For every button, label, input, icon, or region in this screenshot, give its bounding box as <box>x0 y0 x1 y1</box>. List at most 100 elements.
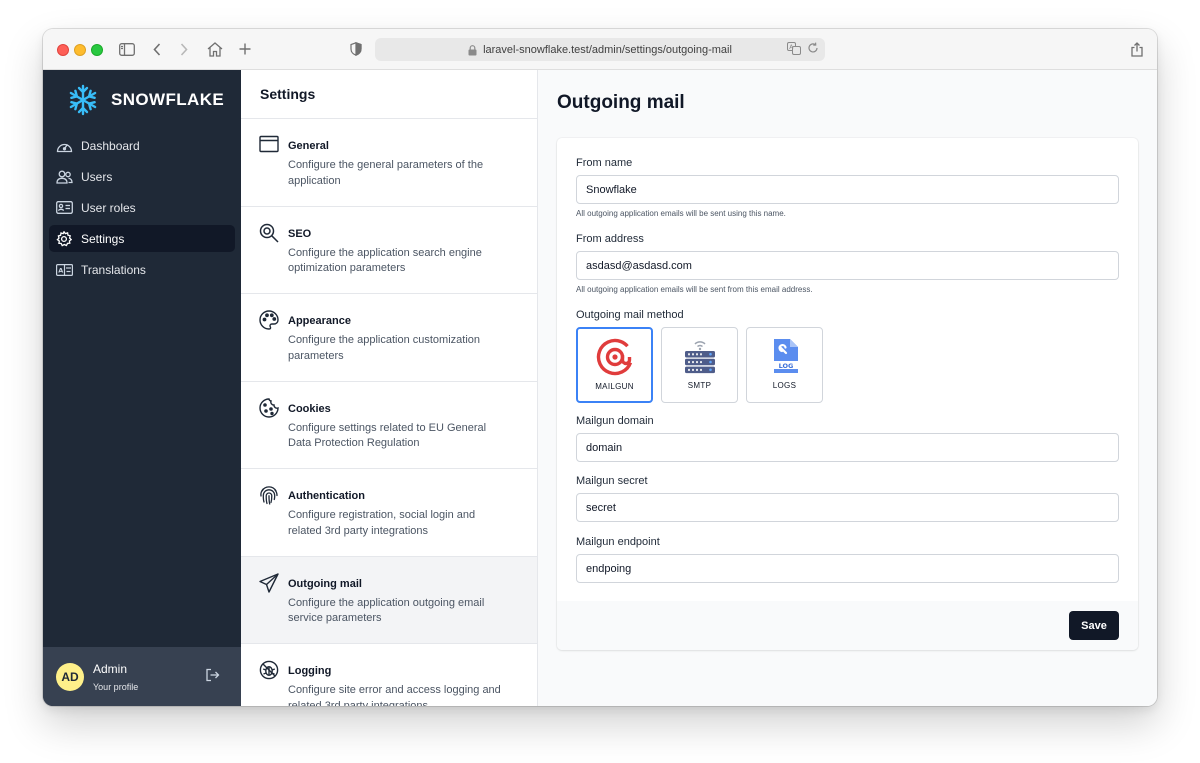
browser-toolbar: laravel-snowflake.test/admin/settings/ou… <box>43 29 1157 70</box>
settings-item-description: Configure the general parameters of the … <box>288 159 484 187</box>
from-address-input[interactable]: asdasd@asdasd.com <box>576 251 1119 280</box>
settings-item-title: SEO <box>288 227 312 240</box>
privacy-shield-icon[interactable] <box>346 39 366 59</box>
settings-list: Settings General Configure the general p… <box>241 70 538 706</box>
from-name-label: From name <box>576 157 633 169</box>
sidebar-item-users[interactable]: Users <box>49 163 235 190</box>
sidebar-nav: Dashboard Users User roles Settings A Tr… <box>49 132 235 287</box>
profile-section: AD Admin Your profile <box>43 647 241 706</box>
profile-name[interactable]: Admin <box>93 662 138 676</box>
mailgun-endpoint-label: Mailgun endpoint <box>576 536 660 548</box>
sidebar-item-translations[interactable]: A Translations <box>49 256 235 283</box>
settings-item-title: Authentication <box>288 490 365 502</box>
sidebar-item-dashboard[interactable]: Dashboard <box>49 132 235 159</box>
from-address-help: All outgoing application emails will be … <box>576 285 813 294</box>
cookie-icon <box>259 397 280 419</box>
sidebar-item-settings[interactable]: Settings <box>49 225 235 252</box>
back-icon[interactable] <box>147 39 167 59</box>
url-text: laravel-snowflake.test/admin/settings/ou… <box>483 43 732 56</box>
logout-icon[interactable] <box>205 668 221 684</box>
profile-link[interactable]: Your profile <box>93 682 138 692</box>
dashboard-icon <box>55 137 73 155</box>
settings-item-title: Cookies <box>288 402 331 415</box>
settings-item-cookies[interactable]: Cookies Configure settings related to EU… <box>241 382 537 469</box>
search-icon <box>259 223 280 244</box>
from-name-help: All outgoing application emails will be … <box>576 209 786 218</box>
sidebar-item-label: User roles <box>81 200 136 215</box>
mailgun-endpoint-input[interactable]: endpoing <box>576 554 1119 583</box>
sidebar-item-user-roles[interactable]: User roles <box>49 194 235 221</box>
address-bar[interactable]: laravel-snowflake.test/admin/settings/ou… <box>375 38 825 61</box>
method-option-logs[interactable]: LOG LOGS <box>746 327 823 403</box>
settings-item-description: Configure the application search engine … <box>288 246 482 275</box>
settings-item-logging[interactable]: Logging Configure site error and access … <box>241 644 537 706</box>
settings-item-title: General <box>288 140 329 152</box>
settings-item-general[interactable]: General Configure the general parameters… <box>241 119 537 207</box>
bug-icon <box>259 660 280 681</box>
sidebar-item-label: Translations <box>81 262 146 277</box>
method-option-smtp[interactable]: SMTP <box>661 327 738 403</box>
page-title: Outgoing mail <box>557 92 685 113</box>
browser-window-icon <box>259 135 280 156</box>
new-tab-icon[interactable] <box>235 39 255 59</box>
fingerprint-icon <box>259 485 280 506</box>
settings-item-appearance[interactable]: Appearance Configure the application cus… <box>241 294 537 382</box>
sidebar-toggle-icon[interactable] <box>117 39 137 59</box>
sidebar-item-label: Dashboard <box>81 138 140 153</box>
home-icon[interactable] <box>205 39 225 59</box>
sidebar-item-label: Users <box>81 169 113 184</box>
minimize-window-button[interactable] <box>74 44 86 56</box>
save-button[interactable]: Save <box>1069 611 1119 640</box>
svg-text:LOG: LOG <box>778 362 793 370</box>
from-address-field: From address asdasd@asdasd.com All outgo… <box>576 233 1119 294</box>
settings-item-outgoing-mail[interactable]: Outgoing mail Configure the application … <box>241 556 537 644</box>
reload-icon[interactable] <box>807 42 819 58</box>
settings-item-description: Configure site error and access logging … <box>288 684 501 706</box>
mailgun-domain-label: Mailgun domain <box>576 415 654 427</box>
brand[interactable]: SNOWFLAKE <box>67 84 224 116</box>
log-file-icon: LOG <box>765 336 805 376</box>
svg-text:A: A <box>58 266 63 274</box>
brand-name: SNOWFLAKE <box>111 90 225 109</box>
settings-title: Settings <box>241 70 537 119</box>
avatar[interactable]: AD <box>56 662 84 691</box>
maximize-window-button[interactable] <box>91 44 103 56</box>
forward-icon[interactable] <box>174 39 194 59</box>
paper-plane-icon <box>259 572 280 594</box>
from-name-input[interactable]: Snowflake <box>576 175 1119 204</box>
mail-method-options: MAILGUN SMTP LOG LOGS <box>576 327 823 403</box>
settings-item-description: Configure registration, social login and… <box>288 509 476 537</box>
translate-icon[interactable]: A <box>787 42 801 58</box>
settings-item-title: Outgoing mail <box>288 577 362 590</box>
settings-item-description: Configure settings related to EU General… <box>288 421 487 450</box>
server-icon <box>680 336 720 376</box>
lock-icon <box>468 44 478 55</box>
mailgun-secret-label: Mailgun secret <box>576 475 648 487</box>
mail-method-label: Outgoing mail method <box>576 309 684 321</box>
close-window-button[interactable] <box>57 44 69 56</box>
form-footer: Save <box>557 601 1138 650</box>
outgoing-mail-form: From name Snowflake All outgoing applica… <box>557 138 1138 650</box>
mailgun-secret-input[interactable]: secret <box>576 493 1119 522</box>
id-card-icon <box>55 199 73 217</box>
method-option-label: MAILGUN <box>595 382 634 391</box>
settings-item-title: Appearance <box>288 315 351 327</box>
method-option-label: SMTP <box>687 381 712 390</box>
method-option-label: LOGS <box>772 381 797 390</box>
settings-item-authentication[interactable]: Authentication Configure registration, s… <box>241 469 537 557</box>
snowflake-logo-icon <box>67 84 99 116</box>
sidebar: SNOWFLAKE Dashboard Users User roles Set… <box>43 70 241 706</box>
share-icon[interactable] <box>1127 39 1147 59</box>
palette-icon <box>259 310 280 331</box>
main-content: Outgoing mail From name Snowflake All ou… <box>538 70 1157 706</box>
method-option-mailgun[interactable]: MAILGUN <box>576 327 653 403</box>
sidebar-item-label: Settings <box>81 231 125 246</box>
gear-icon <box>55 230 73 248</box>
mailgun-secret-field: Mailgun secret secret <box>576 475 1119 522</box>
mailgun-icon <box>595 337 635 377</box>
mailgun-endpoint-field: Mailgun endpoint endpoing <box>576 536 1119 583</box>
settings-item-seo[interactable]: SEO Configure the application search eng… <box>241 207 537 294</box>
language-icon: A <box>55 261 73 279</box>
mailgun-domain-input[interactable]: domain <box>576 433 1119 462</box>
users-icon <box>55 168 73 186</box>
